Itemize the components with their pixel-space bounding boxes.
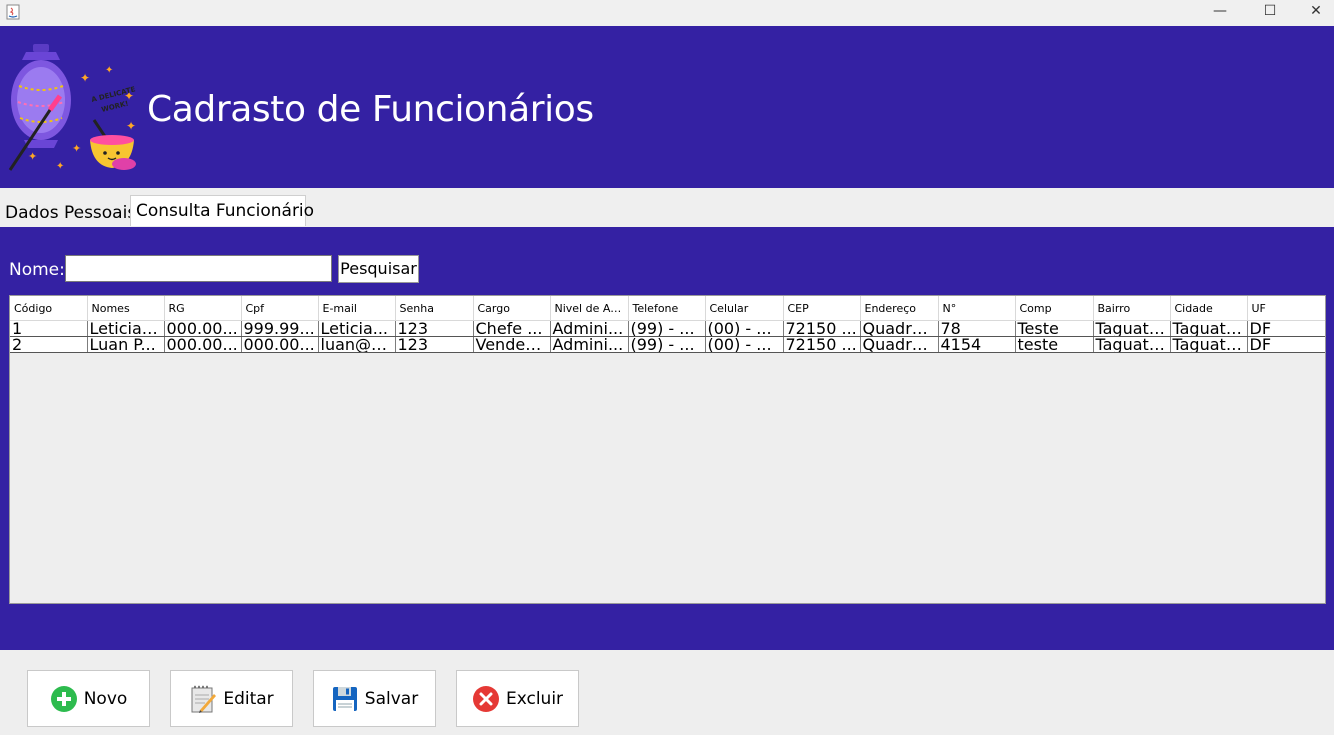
table-cell[interactable]: Teste [1015, 320, 1094, 337]
table-cell[interactable]: 4154 [938, 336, 1016, 353]
table-cell[interactable]: (99) - ... [628, 336, 706, 353]
column-header[interactable]: CEP [783, 296, 861, 321]
novo-label: Novo [83, 688, 128, 709]
table-cell[interactable]: Vended... [473, 336, 551, 353]
table-body: 1 Leticia ... 000.00... 999.99... Leticia...… [10, 320, 1325, 353]
column-header[interactable]: Cpf [241, 296, 319, 321]
table-cell[interactable]: Taguati... [1170, 320, 1248, 337]
table-cell[interactable]: Taguati... [1093, 336, 1171, 353]
table-cell[interactable]: (00) - ... [705, 336, 784, 353]
table-cell[interactable]: Taguati... [1093, 320, 1171, 337]
column-header[interactable]: Código [10, 296, 88, 321]
column-header[interactable]: Telefone [628, 296, 706, 321]
action-bar: Novo Editar Salvar Excluir [0, 650, 1334, 735]
column-header[interactable]: Nivel de Ac... [550, 296, 629, 321]
table-cell[interactable]: Quadra... [860, 336, 939, 353]
salvar-label: Salvar [364, 688, 419, 709]
maximize-button[interactable]: ☐ [1247, 0, 1293, 26]
table-cell[interactable]: Quadra... [860, 320, 939, 337]
table-cell[interactable]: 123 [395, 320, 474, 337]
window-titlebar: — ☐ ✕ [0, 0, 1334, 26]
column-header[interactable]: E-mail [318, 296, 396, 321]
table-cell[interactable]: 999.99... [241, 320, 319, 337]
search-input[interactable] [65, 255, 332, 282]
column-header[interactable]: UF [1247, 296, 1325, 321]
table-cell[interactable]: (00) - ... [705, 320, 784, 337]
table-cell[interactable]: Admini... [550, 320, 629, 337]
employee-table: Código Nomes RG Cpf E-mail Senha Cargo Nivel de… [10, 296, 1325, 353]
table-cell[interactable]: Leticia... [318, 320, 396, 337]
svg-text:✦: ✦ [126, 119, 136, 133]
table-cell[interactable]: 78 [938, 320, 1016, 337]
svg-text:✦: ✦ [72, 142, 81, 155]
search-label: Nome: [9, 260, 65, 280]
java-icon [6, 4, 20, 20]
consulta-panel: Nome: Pesquisar Código Nomes RG Cpf E-mail Se… [0, 227, 1334, 650]
table-cell[interactable]: Luan P... [87, 336, 165, 353]
svg-text:WORK!: WORK! [101, 99, 130, 113]
table-cell[interactable]: Taguati... [1170, 336, 1248, 353]
table-cell[interactable]: 72150 ... [783, 336, 861, 353]
table-cell[interactable]: Admini... [550, 336, 629, 353]
table-row[interactable]: 1 Leticia ... 000.00... 999.99... Leticia...… [10, 320, 1325, 337]
column-header[interactable]: Cidade [1170, 296, 1248, 321]
table-cell[interactable]: DF [1247, 336, 1325, 353]
svg-text:✦: ✦ [80, 71, 90, 85]
table-cell[interactable]: luan@g... [318, 336, 396, 353]
salvar-button[interactable]: Salvar [313, 670, 436, 727]
column-header[interactable]: Nomes [87, 296, 165, 321]
table-cell[interactable]: 000.00... [164, 336, 242, 353]
column-header[interactable]: Celular [705, 296, 784, 321]
table-cell[interactable]: Chefe ... [473, 320, 551, 337]
logo-illustration: ✦ ✦ ✦ ✦ ✦ ✦ ✦ A DELICATE WORK! [8, 44, 136, 172]
notepad-pencil-icon [191, 685, 217, 713]
novo-button[interactable]: Novo [27, 670, 150, 727]
column-header[interactable]: Endereço [860, 296, 939, 321]
column-header[interactable]: RG [164, 296, 242, 321]
table-cell[interactable]: 123 [395, 336, 474, 353]
header-banner: ✦ ✦ ✦ ✦ ✦ ✦ ✦ A DELICATE WORK! Cadrasto … [0, 26, 1334, 188]
table-cell[interactable]: Leticia ... [87, 320, 165, 337]
employee-table-container[interactable]: Código Nomes RG Cpf E-mail Senha Cargo Nivel de… [9, 295, 1326, 604]
table-cell[interactable]: DF [1247, 320, 1325, 337]
svg-text:✦: ✦ [28, 150, 37, 163]
minimize-button[interactable]: — [1197, 0, 1243, 26]
column-header[interactable]: Bairro [1093, 296, 1171, 321]
column-header[interactable]: Comp [1015, 296, 1094, 321]
table-cell[interactable]: 000.00... [241, 336, 319, 353]
table-cell[interactable]: teste [1015, 336, 1094, 353]
svg-text:✦: ✦ [105, 65, 113, 76]
column-header[interactable]: Cargo [473, 296, 551, 321]
plus-circle-icon [50, 685, 77, 712]
table-cell[interactable]: 2 [10, 336, 88, 353]
column-header[interactable]: Senha [395, 296, 474, 321]
table-row[interactable]: 2 Luan P... 000.00... 000.00... luan@g... 123… [10, 336, 1325, 353]
table-cell[interactable]: 000.00... [164, 320, 242, 337]
close-button[interactable]: ✕ [1293, 0, 1334, 26]
table-header-row: Código Nomes RG Cpf E-mail Senha Cargo Nivel de… [10, 296, 1325, 321]
svg-text:✦: ✦ [56, 161, 64, 172]
tab-consulta-funcionario[interactable]: Consulta Funcionário [130, 195, 314, 226]
table-cell[interactable]: 72150 ... [783, 320, 861, 337]
floppy-disk-icon [332, 686, 357, 711]
search-button[interactable]: Pesquisar [338, 255, 419, 283]
editar-label: Editar [223, 688, 274, 709]
table-cell[interactable]: 1 [10, 320, 88, 337]
x-circle-icon [472, 685, 499, 712]
excluir-label: Excluir [505, 688, 564, 709]
editar-button[interactable]: Editar [170, 670, 293, 727]
excluir-button[interactable]: Excluir [456, 670, 579, 727]
column-header[interactable]: N° [938, 296, 1016, 321]
tab-dados-pessoais[interactable]: Dados Pessoais [0, 200, 136, 227]
table-cell[interactable]: (99) - ... [628, 320, 706, 337]
tab-bar: Dados Pessoais Consulta Funcionário [0, 188, 1334, 228]
page-title: Cadrasto de Funcionários [147, 89, 594, 130]
